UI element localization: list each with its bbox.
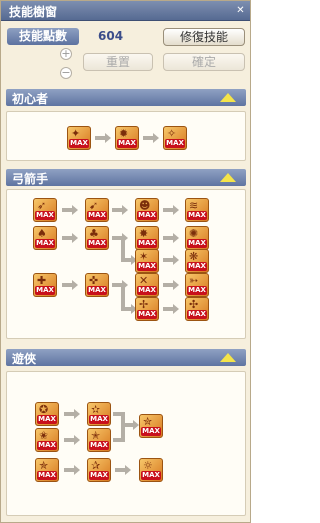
skill-icon[interactable]: ➶ MAX [33,198,57,222]
arrow-icon [112,280,128,290]
max-badge: MAX [89,471,109,480]
arrow-icon [163,205,179,215]
max-badge: MAX [89,441,109,450]
max-badge: MAX [137,286,157,295]
skill-icon[interactable]: ➳ MAX [185,273,209,297]
max-badge: MAX [165,139,185,148]
skill-icon[interactable]: ✜ MAX [85,273,109,297]
reset-button[interactable]: 重置 [83,53,153,71]
arrow-icon [112,205,128,215]
max-badge: MAX [35,239,55,248]
skill-icon[interactable]: ☻ MAX [135,198,159,222]
section-header-novice[interactable]: 初心者 [6,89,246,106]
skill-icon[interactable]: ✶ MAX [135,249,159,273]
arrow-icon [64,435,80,445]
max-badge: MAX [89,415,109,424]
skill-icon[interactable]: ✯ MAX [35,458,59,482]
minus-icon[interactable]: − [60,67,72,79]
skill-icon[interactable]: ✺ MAX [185,226,209,250]
section-title: 遊俠 [12,352,37,366]
max-badge: MAX [141,471,161,480]
skill-icon[interactable]: ♣ MAX [85,226,109,250]
window-title: 技能樹窗 [9,5,58,19]
max-badge: MAX [187,310,207,319]
skill-icon[interactable]: ✚ MAX [33,273,57,297]
skill-icon[interactable]: ✕ MAX [135,273,159,297]
novice-skill-panel: ✦ MAX ✹ MAX ✧ MAX [6,111,246,161]
skill-icon[interactable]: ☼ MAX [139,458,163,482]
arrow-icon [163,233,179,243]
arrow-icon [64,409,80,419]
max-badge: MAX [187,239,207,248]
max-badge: MAX [137,211,157,220]
max-badge: MAX [87,239,107,248]
skill-icon[interactable]: ✫ MAX [87,402,111,426]
section-header-ranger[interactable]: 遊俠 [6,349,246,366]
repair-skills-button[interactable]: 修復技能 [163,28,245,46]
arrow-icon [62,280,78,290]
arrow-icon [95,133,111,143]
skill-icon[interactable]: ✸ MAX [135,226,159,250]
skill-icon[interactable]: ♠ MAX [33,226,57,250]
arrow-icon [163,255,179,265]
max-badge: MAX [35,286,55,295]
max-badge: MAX [187,211,207,220]
collapse-icon[interactable] [220,173,236,182]
skill-icon[interactable]: ❋ MAX [185,249,209,273]
arrow-icon [163,280,179,290]
collapse-icon[interactable] [220,93,236,102]
skill-points-label: 技能點數 [7,28,79,45]
skill-icon[interactable]: ➹ MAX [85,198,109,222]
skill-icon[interactable]: ✪ MAX [35,402,59,426]
ranger-skill-panel: ✪ MAX ✫ MAX ✬ MAX ✭ MAX ✮ MAX ✯ MAX ✰ MAX ☼ MAX [6,371,246,516]
archer-skill-panel: ➶ MAX ➹ MAX ☻ MAX ≋ MAX ♠ MAX ♣ MAX ✸ MAX ✺ MAX … [6,189,246,339]
max-badge: MAX [117,139,137,148]
skill-icon[interactable]: ✮ MAX [139,414,163,438]
max-badge: MAX [37,415,57,424]
title-bar[interactable]: 技能樹窗 ✕ [1,1,250,21]
max-badge: MAX [69,139,89,148]
arrow-icon [62,233,78,243]
plus-icon[interactable]: + [60,48,72,60]
skill-icon[interactable]: ✦ MAX [67,126,91,150]
max-badge: MAX [37,471,57,480]
arrow-icon [62,205,78,215]
section-header-archer[interactable]: 弓箭手 [6,169,246,186]
confirm-button[interactable]: 確定 [163,53,245,71]
skill-icon[interactable]: ✭ MAX [87,428,111,452]
max-badge: MAX [187,262,207,271]
section-title: 初心者 [12,92,49,106]
max-badge: MAX [87,211,107,220]
skill-icon[interactable]: ✬ MAX [35,428,59,452]
max-badge: MAX [35,211,55,220]
max-badge: MAX [141,427,161,436]
skill-icon[interactable]: ✧ MAX [163,126,187,150]
skill-icon[interactable]: ✹ MAX [115,126,139,150]
max-badge: MAX [187,286,207,295]
close-icon[interactable]: ✕ [234,4,247,17]
max-badge: MAX [37,441,57,450]
arrow-icon [143,133,159,143]
skill-icon[interactable]: ✢ MAX [135,297,159,321]
arrow-icon [115,465,131,475]
max-badge: MAX [137,310,157,319]
arrow-icon [64,465,80,475]
skill-points-value: 604 [98,29,124,43]
arrow-icon [123,420,139,430]
max-badge: MAX [137,239,157,248]
collapse-icon[interactable] [220,353,236,362]
skill-icon[interactable]: ✣ MAX [185,297,209,321]
arrow-icon [163,304,179,314]
skill-tree-window: 技能樹窗 ✕ 技能點數 604 修復技能 + − 重置 確定 初心者 ✦ MAX … [0,0,251,523]
arrow-icon [112,233,128,243]
skill-icon[interactable]: ✰ MAX [87,458,111,482]
max-badge: MAX [87,286,107,295]
max-badge: MAX [137,262,157,271]
section-title: 弓箭手 [12,172,49,186]
skill-icon[interactable]: ≋ MAX [185,198,209,222]
